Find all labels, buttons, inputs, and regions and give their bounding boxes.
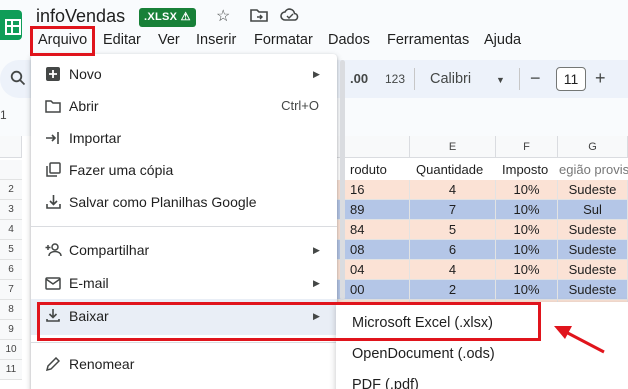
table-cell[interactable]: 10% bbox=[496, 280, 558, 300]
header-cell-regiao[interactable]: egião provis bbox=[559, 160, 628, 180]
submenu-arrow-icon: ▶ bbox=[313, 278, 320, 288]
menu-item-renomear[interactable]: Renomear bbox=[31, 348, 337, 380]
header-cell-produto[interactable]: roduto bbox=[350, 160, 410, 180]
menu-inserir[interactable]: Inserir bbox=[196, 29, 236, 51]
table-cell[interactable]: 10% bbox=[496, 200, 558, 220]
folder-icon bbox=[43, 90, 63, 125]
menu-divider bbox=[31, 342, 337, 343]
column-header-g[interactable]: G bbox=[558, 136, 628, 158]
star-icon[interactable]: ☆ bbox=[216, 7, 230, 27]
person-add-icon bbox=[43, 234, 63, 269]
row-header[interactable]: 7 bbox=[0, 280, 22, 300]
pencil-icon bbox=[43, 348, 63, 383]
submenu-arrow-icon: ▶ bbox=[313, 245, 320, 255]
row-header[interactable]: 4 bbox=[0, 220, 22, 240]
table-cell[interactable]: 16 bbox=[336, 180, 410, 200]
email-icon bbox=[43, 267, 63, 302]
table-cell[interactable]: Sudeste bbox=[558, 260, 628, 280]
xlsx-badge[interactable]: .XLSX ⚠ bbox=[139, 8, 196, 27]
table-cell[interactable]: 08 bbox=[336, 240, 410, 260]
row-header[interactable]: 9 bbox=[0, 320, 22, 340]
table-cell[interactable]: 10% bbox=[496, 180, 558, 200]
table-cell[interactable]: 00 bbox=[336, 280, 410, 300]
row-header[interactable]: 6 bbox=[0, 260, 22, 280]
shortcut-label: Ctrl+O bbox=[281, 98, 319, 113]
select-all-corner[interactable] bbox=[0, 136, 22, 158]
row-header[interactable]: 5 bbox=[0, 240, 22, 260]
save-icon bbox=[43, 186, 63, 221]
copy-icon bbox=[43, 154, 63, 189]
table-cell[interactable]: 10% bbox=[496, 260, 558, 280]
column-header-d[interactable] bbox=[336, 136, 410, 158]
row-header[interactable]: 2 bbox=[0, 180, 22, 200]
menu-formatar[interactable]: Formatar bbox=[254, 29, 313, 51]
plus-box-icon bbox=[43, 58, 63, 93]
table-cell[interactable]: Sudeste bbox=[558, 240, 628, 260]
decrease-font-size-button[interactable]: − bbox=[530, 68, 541, 88]
table-cell[interactable]: Sudeste bbox=[558, 220, 628, 240]
menu-ferramentas[interactable]: Ferramentas bbox=[387, 29, 469, 51]
menu-divider bbox=[31, 226, 337, 227]
document-title[interactable]: infoVendas bbox=[36, 6, 125, 27]
table-cell[interactable]: 7 bbox=[410, 200, 496, 220]
row-header[interactable]: 11 bbox=[0, 360, 22, 380]
search-menus-icon[interactable] bbox=[10, 70, 26, 91]
menu-item-novo[interactable]: Novo ▶ bbox=[31, 58, 337, 90]
table-cell[interactable]: 4 bbox=[410, 260, 496, 280]
header-cell-imposto[interactable]: Imposto bbox=[502, 160, 558, 180]
table-cell[interactable]: Sul bbox=[558, 200, 628, 220]
move-folder-icon[interactable] bbox=[250, 7, 268, 29]
toolbar-divider bbox=[414, 68, 415, 90]
download-ods-option[interactable]: OpenDocument (.ods) bbox=[352, 346, 495, 362]
menu-scrollbar[interactable] bbox=[340, 60, 345, 300]
menu-item-salvar-google[interactable]: Salvar como Planilhas Google bbox=[31, 186, 337, 218]
increase-decimals-button[interactable]: .00 bbox=[350, 69, 368, 89]
table-cell[interactable]: Sudeste bbox=[558, 280, 628, 300]
menu-item-importar[interactable]: Importar bbox=[31, 122, 337, 154]
menu-dados[interactable]: Dados bbox=[328, 29, 370, 51]
warning-icon: ⚠ bbox=[180, 11, 191, 23]
highlight-box-arquivo bbox=[30, 26, 95, 56]
table-cell[interactable]: 10% bbox=[496, 220, 558, 240]
header-cell-quantidade[interactable]: Quantidade bbox=[416, 160, 496, 180]
row-header[interactable] bbox=[0, 160, 22, 180]
font-family-select[interactable]: Calibri bbox=[430, 69, 471, 89]
badge-label: .XLSX bbox=[144, 11, 178, 23]
column-header-e[interactable]: E bbox=[410, 136, 496, 158]
menu-ajuda[interactable]: Ajuda bbox=[484, 29, 521, 51]
row-header[interactable]: 3 bbox=[0, 200, 22, 220]
menu-item-copia[interactable]: Fazer uma cópia bbox=[31, 154, 337, 186]
submenu-arrow-icon: ▶ bbox=[313, 69, 320, 79]
toolbar-divider bbox=[519, 68, 520, 90]
menu-item-compartilhar[interactable]: Compartilhar ▶ bbox=[31, 234, 337, 266]
increase-font-size-button[interactable]: + bbox=[595, 68, 606, 88]
table-cell[interactable]: 04 bbox=[336, 260, 410, 280]
import-icon bbox=[43, 122, 63, 157]
table-cell[interactable]: 10% bbox=[496, 240, 558, 260]
highlight-box-baixar bbox=[37, 302, 541, 341]
table-cell[interactable]: 84 bbox=[336, 220, 410, 240]
menu-item-abrir[interactable]: Abrir Ctrl+O bbox=[31, 90, 337, 122]
font-dropdown-arrow-icon[interactable]: ▼ bbox=[496, 70, 505, 90]
menu-item-email[interactable]: E-mail ▶ bbox=[31, 267, 337, 299]
red-arrow-icon bbox=[554, 326, 605, 354]
column-header-f[interactable]: F bbox=[496, 136, 558, 158]
download-pdf-option[interactable]: PDF (.pdf) bbox=[352, 377, 419, 389]
table-cell[interactable]: Sudeste bbox=[558, 180, 628, 200]
font-size-input[interactable]: 11 bbox=[556, 67, 586, 91]
row-header[interactable]: 10 bbox=[0, 340, 22, 360]
menu-ver[interactable]: Ver bbox=[158, 29, 180, 51]
cloud-status-icon[interactable] bbox=[280, 7, 300, 29]
table-cell[interactable]: 4 bbox=[410, 180, 496, 200]
row-header[interactable]: 8 bbox=[0, 300, 22, 320]
table-cell[interactable]: 2 bbox=[410, 280, 496, 300]
number-format-button[interactable]: 123 bbox=[385, 69, 405, 89]
name-box[interactable]: 1 bbox=[0, 108, 7, 122]
table-cell[interactable]: 89 bbox=[336, 200, 410, 220]
sheets-logo-icon[interactable] bbox=[0, 10, 22, 40]
table-cell[interactable]: 5 bbox=[410, 220, 496, 240]
table-cell[interactable]: 6 bbox=[410, 240, 496, 260]
menu-editar[interactable]: Editar bbox=[103, 29, 141, 51]
